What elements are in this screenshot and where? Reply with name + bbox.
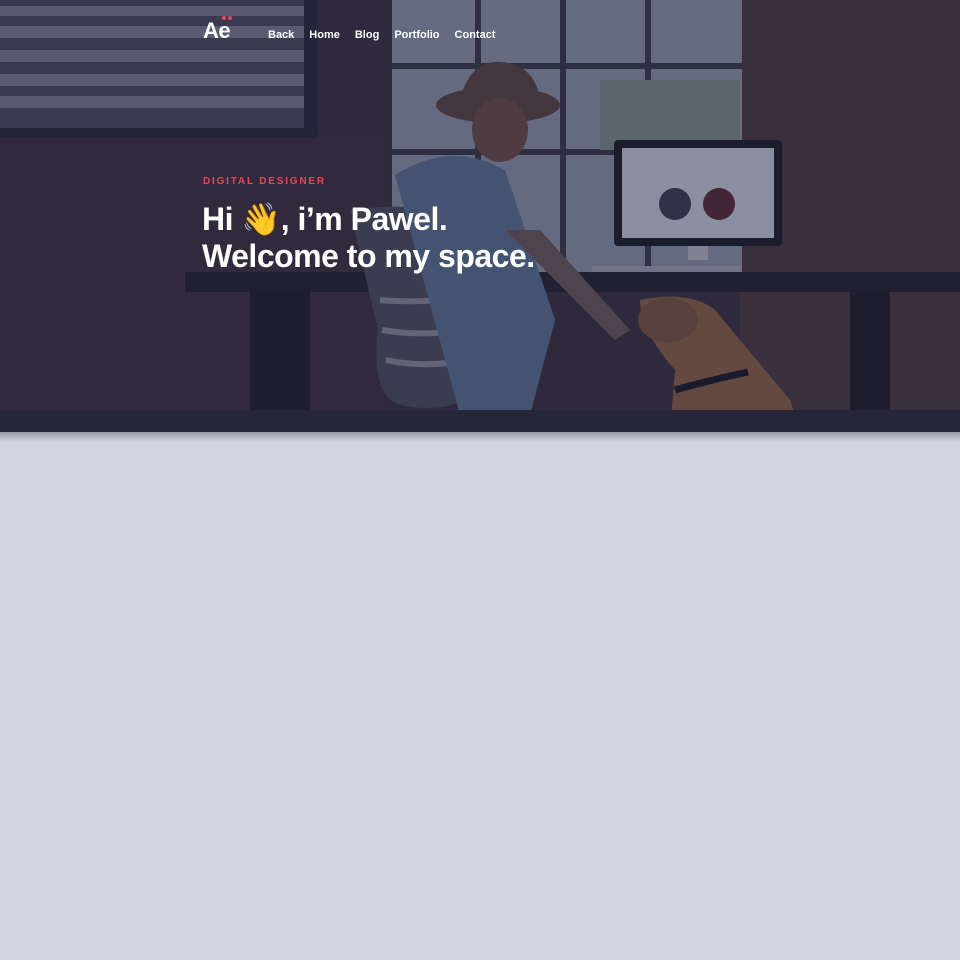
nav-link-back[interactable]: Back bbox=[268, 29, 294, 41]
hero-section: Ae Back Home Blog Portfolio Contact DIGI… bbox=[0, 0, 960, 432]
hero-headline-line1: Hi 👋, i’m Pawel. bbox=[202, 201, 448, 237]
hero-headline: Hi 👋, i’m Pawel. Welcome to my space. bbox=[202, 201, 535, 275]
nav-link-portfolio[interactable]: Portfolio bbox=[394, 29, 439, 41]
nav-link-contact[interactable]: Contact bbox=[455, 29, 496, 41]
brand-logo-text: Ae bbox=[203, 18, 231, 43]
nav-link-blog[interactable]: Blog bbox=[355, 29, 379, 41]
hero-bottom-shadow bbox=[0, 432, 960, 442]
hero-eyebrow: DIGITAL DESIGNER bbox=[203, 176, 326, 187]
nav-link-home[interactable]: Home bbox=[309, 29, 340, 41]
main-nav: Back Home Blog Portfolio Contact bbox=[268, 29, 510, 41]
brand-logo[interactable]: Ae bbox=[203, 16, 233, 44]
logo-accent-dots bbox=[221, 16, 233, 20]
hero-headline-line2: Welcome to my space. bbox=[202, 238, 535, 274]
